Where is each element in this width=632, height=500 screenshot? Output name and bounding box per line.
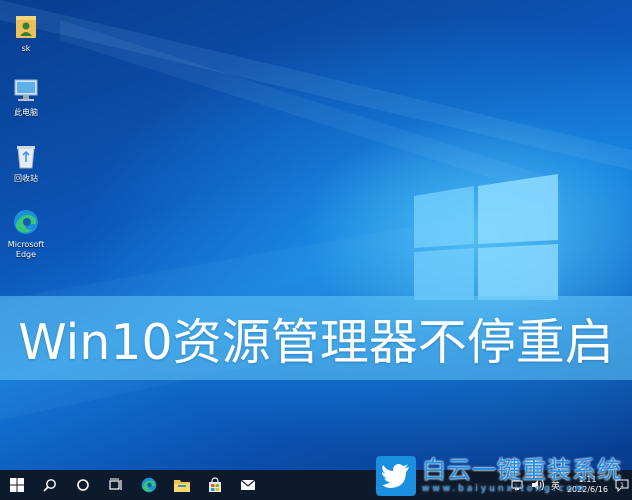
- wallpaper-light-rays: [0, 0, 632, 420]
- edge-icon: [14, 210, 38, 234]
- cortana-icon: [76, 479, 89, 491]
- desktop-icon-recycle-bin[interactable]: 回收站: [2, 140, 50, 184]
- desktop-icon-label: 此电脑: [14, 108, 38, 117]
- edge-icon: [141, 477, 156, 493]
- taskbar-mail-button[interactable]: [231, 470, 264, 500]
- search-icon: [42, 479, 56, 492]
- windows-start-icon: [9, 478, 24, 492]
- computer-icon: [14, 79, 38, 101]
- desktop-icon-label: Microsoft Edge: [7, 240, 45, 259]
- search-button[interactable]: [33, 470, 66, 500]
- desktop-icon-label: 回收站: [14, 174, 38, 183]
- desktop-icon-user-folder[interactable]: sk: [2, 10, 50, 54]
- twitter-bird-logo-icon: [376, 456, 416, 496]
- recycle-bin-icon: [17, 146, 35, 169]
- watermark-url: www.baiyunxitong.com: [422, 484, 587, 494]
- desktop-icon-edge[interactable]: Microsoft Edge: [2, 206, 50, 260]
- title-banner: Win10资源管理器不停重启: [0, 296, 632, 380]
- desktop-icon-this-pc[interactable]: 此电脑: [2, 74, 50, 118]
- store-icon: [208, 477, 221, 492]
- file-explorer-icon: [173, 480, 190, 492]
- mail-icon: [240, 479, 255, 490]
- taskbar-edge-button[interactable]: [132, 470, 165, 500]
- desktop-icon-label: sk: [21, 44, 31, 53]
- taskbar-file-explorer-button[interactable]: [165, 470, 198, 500]
- user-folder-icon: [16, 16, 36, 38]
- task-view-icon: [108, 478, 122, 490]
- banner-title: Win10资源管理器不停重启: [18, 313, 614, 371]
- taskbar-store-button[interactable]: [198, 470, 231, 500]
- watermark: 白云一键重装系统 www.baiyunxitong.com: [376, 452, 632, 500]
- desktop: sk 此电脑 回收站 Microsoft Edge Win10资源管理器不停重启: [0, 0, 632, 470]
- start-button[interactable]: [0, 470, 33, 500]
- task-view-button[interactable]: [99, 470, 132, 500]
- watermark-title: 白云一键重装系统: [422, 456, 622, 484]
- cortana-button[interactable]: [66, 470, 99, 500]
